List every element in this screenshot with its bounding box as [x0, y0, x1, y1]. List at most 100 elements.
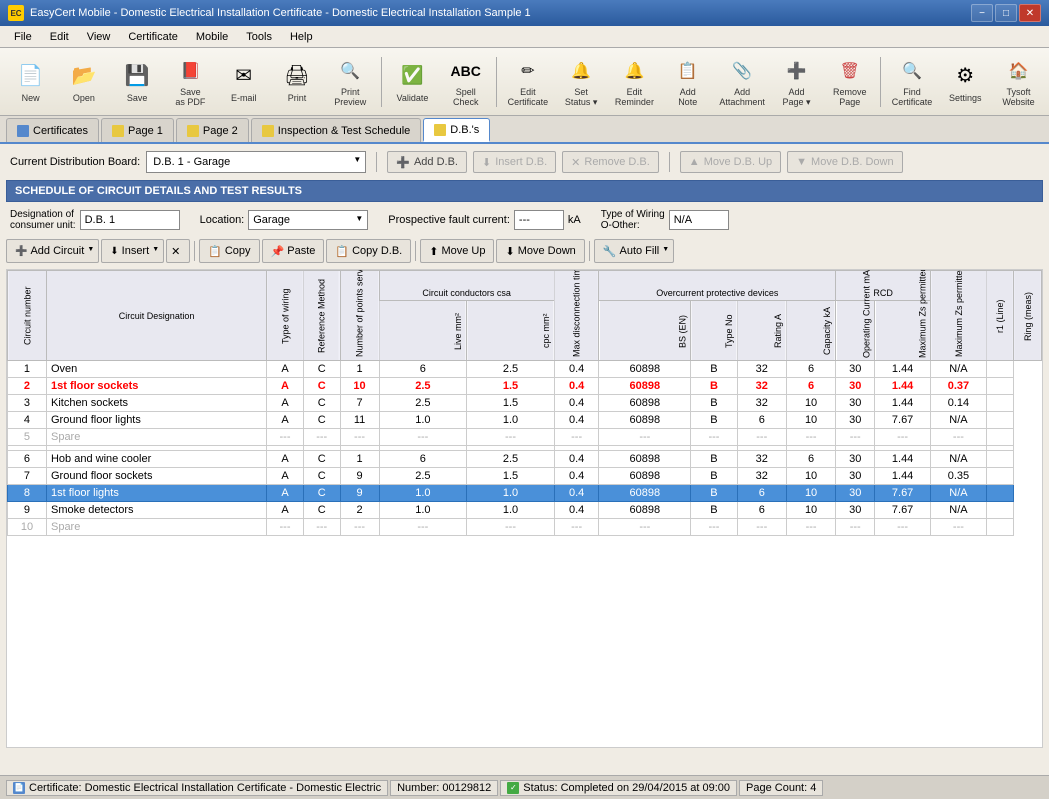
status-completed: ✓ Status: Completed on 29/04/2015 at 09:… — [500, 780, 737, 796]
table-cell: 1.0 — [467, 485, 555, 502]
menu-tools[interactable]: Tools — [238, 29, 280, 45]
db-select[interactable]: D.B. 1 - Garage — [146, 151, 366, 173]
action-bar: ➕ Add Circuit ⬇ Insert ✕ 📋 Copy 📌 Paste … — [6, 237, 1043, 265]
table-row[interactable]: 10Spare---------------------------------… — [8, 519, 1042, 536]
add-circuit-button[interactable]: ➕ Add Circuit — [6, 239, 99, 263]
table-cell: A — [267, 378, 304, 395]
add-db-button[interactable]: ➕ Add D.B. — [387, 151, 467, 173]
table-row[interactable]: 3Kitchen socketsAC72.51.50.460898B321030… — [8, 395, 1042, 412]
table-row[interactable]: 1OvenAC162.50.460898B326301.44N/A — [8, 361, 1042, 378]
table-cell: N/A — [931, 361, 987, 378]
prospective-input[interactable] — [514, 210, 564, 230]
table-cell: --- — [467, 429, 555, 446]
tab-page2[interactable]: Page 2 — [176, 118, 249, 142]
app-icon: EC — [8, 5, 24, 21]
menu-file[interactable]: File — [6, 29, 40, 45]
menu-help[interactable]: Help — [282, 29, 321, 45]
table-cell: --- — [875, 519, 931, 536]
table-cell: 6 — [737, 412, 786, 429]
set-status-button[interactable]: 🔔 SetStatus ▾ — [557, 53, 606, 111]
add-page-button[interactable]: ➕ AddPage ▾ — [772, 53, 821, 111]
tysoft-website-button[interactable]: 🏠 TysoftWebsite — [994, 53, 1043, 111]
menu-bar: File Edit View Certificate Mobile Tools … — [0, 26, 1049, 48]
edit-reminder-button[interactable]: 🔔 EditReminder — [610, 53, 659, 111]
insert-button[interactable]: ⬇ Insert — [101, 239, 164, 263]
move-down-label: Move Down — [518, 245, 576, 257]
copy-button[interactable]: 📋 Copy — [199, 239, 259, 263]
email-button[interactable]: ✉ E-mail — [219, 53, 268, 111]
table-cell: 1st floor lights — [46, 485, 266, 502]
table-row[interactable]: 21st floor socketsAC102.51.50.460898B326… — [8, 378, 1042, 395]
copy-db-icon: 📋 — [335, 245, 349, 258]
edit-certificate-button[interactable]: ✏ EditCertificate — [503, 53, 552, 111]
table-row[interactable]: 4Ground floor lightsAC111.01.00.460898B6… — [8, 412, 1042, 429]
move-up-button[interactable]: ⬆ Move Up — [420, 239, 494, 263]
print-button[interactable]: 🖨 Print — [272, 53, 321, 111]
remove-db-button[interactable]: ✕ Remove D.B. — [562, 151, 659, 173]
save-button[interactable]: 💾 Save — [113, 53, 162, 111]
tab-certificates[interactable]: Certificates — [6, 118, 99, 142]
table-row[interactable]: 7Ground floor socketsAC92.51.50.460898B3… — [8, 468, 1042, 485]
menu-mobile[interactable]: Mobile — [188, 29, 236, 45]
remove-page-button[interactable]: 🗑 RemovePage — [825, 53, 874, 111]
table-row[interactable]: 6Hob and wine coolerAC162.50.460898B3263… — [8, 451, 1042, 468]
minimize-button[interactable]: − — [971, 4, 993, 22]
table-cell — [986, 395, 1014, 412]
table-row[interactable]: 5Spare----------------------------------… — [8, 429, 1042, 446]
add-note-button[interactable]: 📋 AddNote — [663, 53, 712, 111]
settings-button[interactable]: ⚙ Settings — [941, 53, 990, 111]
spell-check-button[interactable]: ABC SpellCheck — [441, 53, 490, 111]
maximize-button[interactable]: □ — [995, 4, 1017, 22]
auto-fill-button[interactable]: 🔧 Auto Fill — [594, 239, 674, 263]
table-cell: 32 — [737, 468, 786, 485]
validate-icon: ✅ — [396, 60, 428, 92]
window-controls[interactable]: − □ ✕ — [971, 4, 1041, 22]
table-cell: Spare — [46, 519, 266, 536]
move-db-down-button[interactable]: ▼ Move D.B. Down — [787, 151, 902, 173]
table-cell: A — [267, 485, 304, 502]
table-cell: Kitchen sockets — [46, 395, 266, 412]
move-down-button[interactable]: ⬇ Move Down — [496, 239, 584, 263]
menu-edit[interactable]: Edit — [42, 29, 77, 45]
close-button[interactable]: ✕ — [1019, 4, 1041, 22]
table-cell: 7.67 — [875, 502, 931, 519]
table-cell: 30 — [836, 485, 875, 502]
copy-db-button[interactable]: 📋 Copy D.B. — [326, 239, 411, 263]
menu-view[interactable]: View — [79, 29, 119, 45]
add-attachment-button[interactable]: 📎 AddAttachment — [716, 53, 768, 111]
insert-db-button[interactable]: ⬇ Insert D.B. — [473, 151, 556, 173]
delete-button[interactable]: ✕ — [166, 239, 190, 263]
validate-button[interactable]: ✅ Validate — [388, 53, 437, 111]
location-select[interactable]: Garage — [248, 210, 368, 230]
table-cell: --- — [737, 519, 786, 536]
find-certificate-button[interactable]: 🔍 FindCertificate — [887, 53, 936, 111]
table-row[interactable]: 9Smoke detectorsAC21.01.00.460898B610307… — [8, 502, 1042, 519]
table-row[interactable]: 81st floor lightsAC91.01.00.460898B61030… — [8, 485, 1042, 502]
wiring-type-input[interactable] — [669, 210, 729, 230]
table-cell: 1.44 — [875, 395, 931, 412]
tab-dbs[interactable]: D.B.'s — [423, 118, 490, 142]
table-cell: 2.5 — [379, 395, 467, 412]
open-button[interactable]: 📂 Open — [59, 53, 108, 111]
toolbar: 📄 New 📂 Open 💾 Save 📕 Saveas PDF ✉ E-mai… — [0, 48, 1049, 116]
location-select-wrap: Garage — [248, 210, 368, 230]
move-db-up-button[interactable]: ▲ Move D.B. Up — [680, 151, 781, 173]
copy-db-label: Copy D.B. — [352, 245, 402, 257]
circuit-table-wrap[interactable]: Circuit number Circuit Designation Type … — [6, 269, 1043, 748]
spell-check-icon: ABC — [450, 56, 482, 86]
table-cell: 6 — [379, 361, 467, 378]
table-cell: N/A — [931, 412, 987, 429]
tab-inspection[interactable]: Inspection & Test Schedule — [251, 118, 422, 142]
table-cell: N/A — [931, 485, 987, 502]
menu-certificate[interactable]: Certificate — [120, 29, 186, 45]
tab-page1[interactable]: Page 1 — [101, 118, 174, 142]
table-cell: 6 — [737, 485, 786, 502]
designation-input[interactable] — [80, 210, 180, 230]
add-circuit-label: Add Circuit — [30, 245, 84, 257]
print-preview-button[interactable]: 🔍 PrintPreview — [326, 53, 375, 111]
new-button[interactable]: 📄 New — [6, 53, 55, 111]
save-as-pdf-button[interactable]: 📕 Saveas PDF — [166, 53, 215, 111]
table-cell: Hob and wine cooler — [46, 451, 266, 468]
cert-status-icon: 📄 — [13, 782, 25, 794]
paste-button[interactable]: 📌 Paste — [262, 239, 325, 263]
